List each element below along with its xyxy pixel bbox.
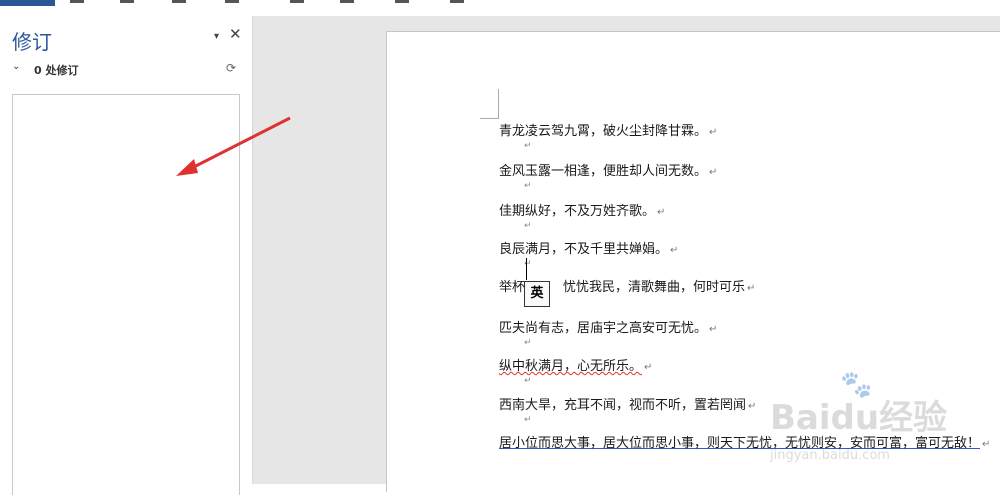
ime-indicator: 英 <box>524 281 550 307</box>
empty-paragraph: ↵ <box>524 181 532 191</box>
ribbon-tab[interactable] <box>120 0 134 3</box>
watermark-logo: Baidu经验 <box>770 398 948 438</box>
ribbon-tab[interactable] <box>450 0 464 3</box>
ribbon-tab[interactable] <box>290 0 304 3</box>
margin-corner-mark <box>480 89 499 119</box>
revisions-pane: 修订 ▾ ✕ ⌄ 0 处修订 ⟳ <box>0 16 252 495</box>
ribbon-tab[interactable] <box>70 0 84 3</box>
text-line[interactable]: 青龙凌云驾九霄，破火尘封降甘霖。 ↵ <box>499 120 717 139</box>
pane-options-icon[interactable]: ▾ <box>214 31 219 42</box>
annotation-arrow-icon <box>176 116 291 176</box>
text-line[interactable]: 西南大旱，充耳不闻，视而不听，置若罔闻 ↵ <box>499 394 756 413</box>
ribbon-tab[interactable] <box>172 0 186 3</box>
watermark: 🐾 Baidu经验 jingyan.baidu.com <box>770 370 1000 484</box>
text-line[interactable]: 佳期纵好，不及万姓齐歌。 ↵ <box>499 200 665 219</box>
empty-paragraph: ↵ <box>524 338 532 348</box>
text-line[interactable]: 匹夫尚有志，居庙宇之高安可无忧。 ↵ <box>499 317 717 336</box>
text-line[interactable]: 纵中秋满月，心无所乐。 ↵ <box>499 355 652 374</box>
empty-paragraph: ↵ <box>524 376 532 386</box>
ribbon-tab[interactable] <box>395 0 409 3</box>
revision-summary-row: ⌄ 0 处修订 ⟳ <box>12 61 242 77</box>
text-line[interactable]: 良辰满月，不及千里共婵娟。 ↵ <box>499 238 678 257</box>
ribbon-tab[interactable] <box>225 0 239 3</box>
refresh-icon[interactable]: ⟳ <box>226 61 236 75</box>
text-line[interactable]: 金风玉露一相逢，便胜却人间无数。 ↵ <box>499 160 717 179</box>
ribbon-tab-active[interactable] <box>0 0 55 6</box>
close-icon[interactable]: ✕ <box>229 25 242 43</box>
text-cursor <box>526 258 527 280</box>
empty-paragraph: ↵ <box>524 415 532 425</box>
empty-paragraph: ↵ <box>524 141 532 151</box>
ribbon-strip <box>0 0 1000 6</box>
revisions-pane-title: 修订 <box>12 30 52 54</box>
chevron-down-icon[interactable]: ⌄ <box>12 61 20 72</box>
revision-count: 0 处修订 <box>34 64 79 77</box>
ribbon-tab[interactable] <box>340 0 354 3</box>
watermark-url: jingyan.baidu.com <box>770 448 890 463</box>
empty-paragraph: ↵ <box>524 221 532 231</box>
